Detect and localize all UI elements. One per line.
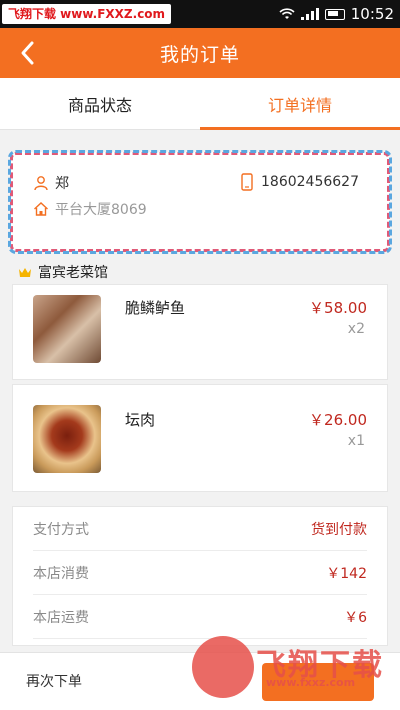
dish-image (33, 295, 101, 363)
home-icon (34, 202, 48, 216)
recipient-phone: 18602456627 (261, 174, 359, 190)
recipient-row: 郑 (33, 173, 69, 193)
shop-header: 富宾老菜馆 (18, 262, 108, 282)
summary-value: ￥142 (326, 565, 367, 582)
summary-label: 支付方式 (33, 521, 89, 538)
tab-bar: 商品状态 订单详情 (0, 78, 400, 130)
order-item[interactable]: 坛肉 ￥26.00 x1 (12, 384, 388, 492)
battery-icon (324, 8, 345, 20)
phone-row: 18602456627 (241, 173, 359, 191)
dish-name: 脆鳞鲈鱼 (125, 299, 186, 317)
dish-price: ￥26.00 (309, 411, 367, 429)
signal-icon (300, 8, 319, 20)
reorder-button[interactable]: 再次下单 (26, 671, 82, 691)
user-icon (34, 176, 48, 191)
watermark-logo (192, 636, 254, 698)
summary-value: ￥6 (344, 609, 367, 626)
recipient-name: 郑 (55, 176, 69, 192)
summary-value: 货到付款 (311, 521, 367, 538)
phone-icon (241, 173, 253, 191)
page-title: 我的订单 (159, 43, 240, 66)
delivery-fee-row: 本店运费 ￥6 (33, 595, 367, 639)
status-icons: 10:52 (279, 0, 394, 28)
watermark-banner: 飞翔下载 www.FXXZ.com (2, 4, 172, 24)
dish-quantity: x1 (347, 433, 365, 449)
app-header: 我的订单 (0, 28, 400, 78)
summary-label: 本店运费 (33, 609, 89, 626)
status-bar: 飞翔下载 www.FXXZ.com 10:52 (0, 0, 400, 28)
dish-image (33, 405, 101, 473)
address-card: 郑 18602456627 平台大厦8069 (8, 150, 392, 254)
dish-quantity: x2 (347, 321, 365, 337)
status-time: 10:52 (350, 5, 394, 23)
payment-method-row: 支付方式 货到付款 (33, 507, 367, 551)
store-spend-row: 本店消费 ￥142 (33, 551, 367, 595)
back-arrow-icon[interactable] (14, 38, 44, 68)
recipient-address: 平台大厦8069 (55, 202, 147, 218)
shop-name: 富宾老菜馆 (38, 265, 108, 281)
order-item[interactable]: 脆鳞鲈鱼 ￥58.00 x2 (12, 284, 388, 380)
wifi-icon (279, 8, 295, 19)
dish-name: 坛肉 (125, 411, 156, 429)
location-row: 平台大厦8069 (33, 199, 147, 219)
tab-order-details[interactable]: 订单详情 (200, 78, 400, 130)
order-summary: 支付方式 货到付款 本店消费 ￥142 本店运费 ￥6 (12, 506, 388, 646)
watermark-url: www.fxxz.com (266, 676, 356, 689)
tab-product-status[interactable]: 商品状态 (0, 78, 200, 129)
dish-price: ￥58.00 (309, 299, 367, 317)
summary-label: 本店消费 (33, 565, 89, 582)
crown-icon (19, 268, 31, 277)
